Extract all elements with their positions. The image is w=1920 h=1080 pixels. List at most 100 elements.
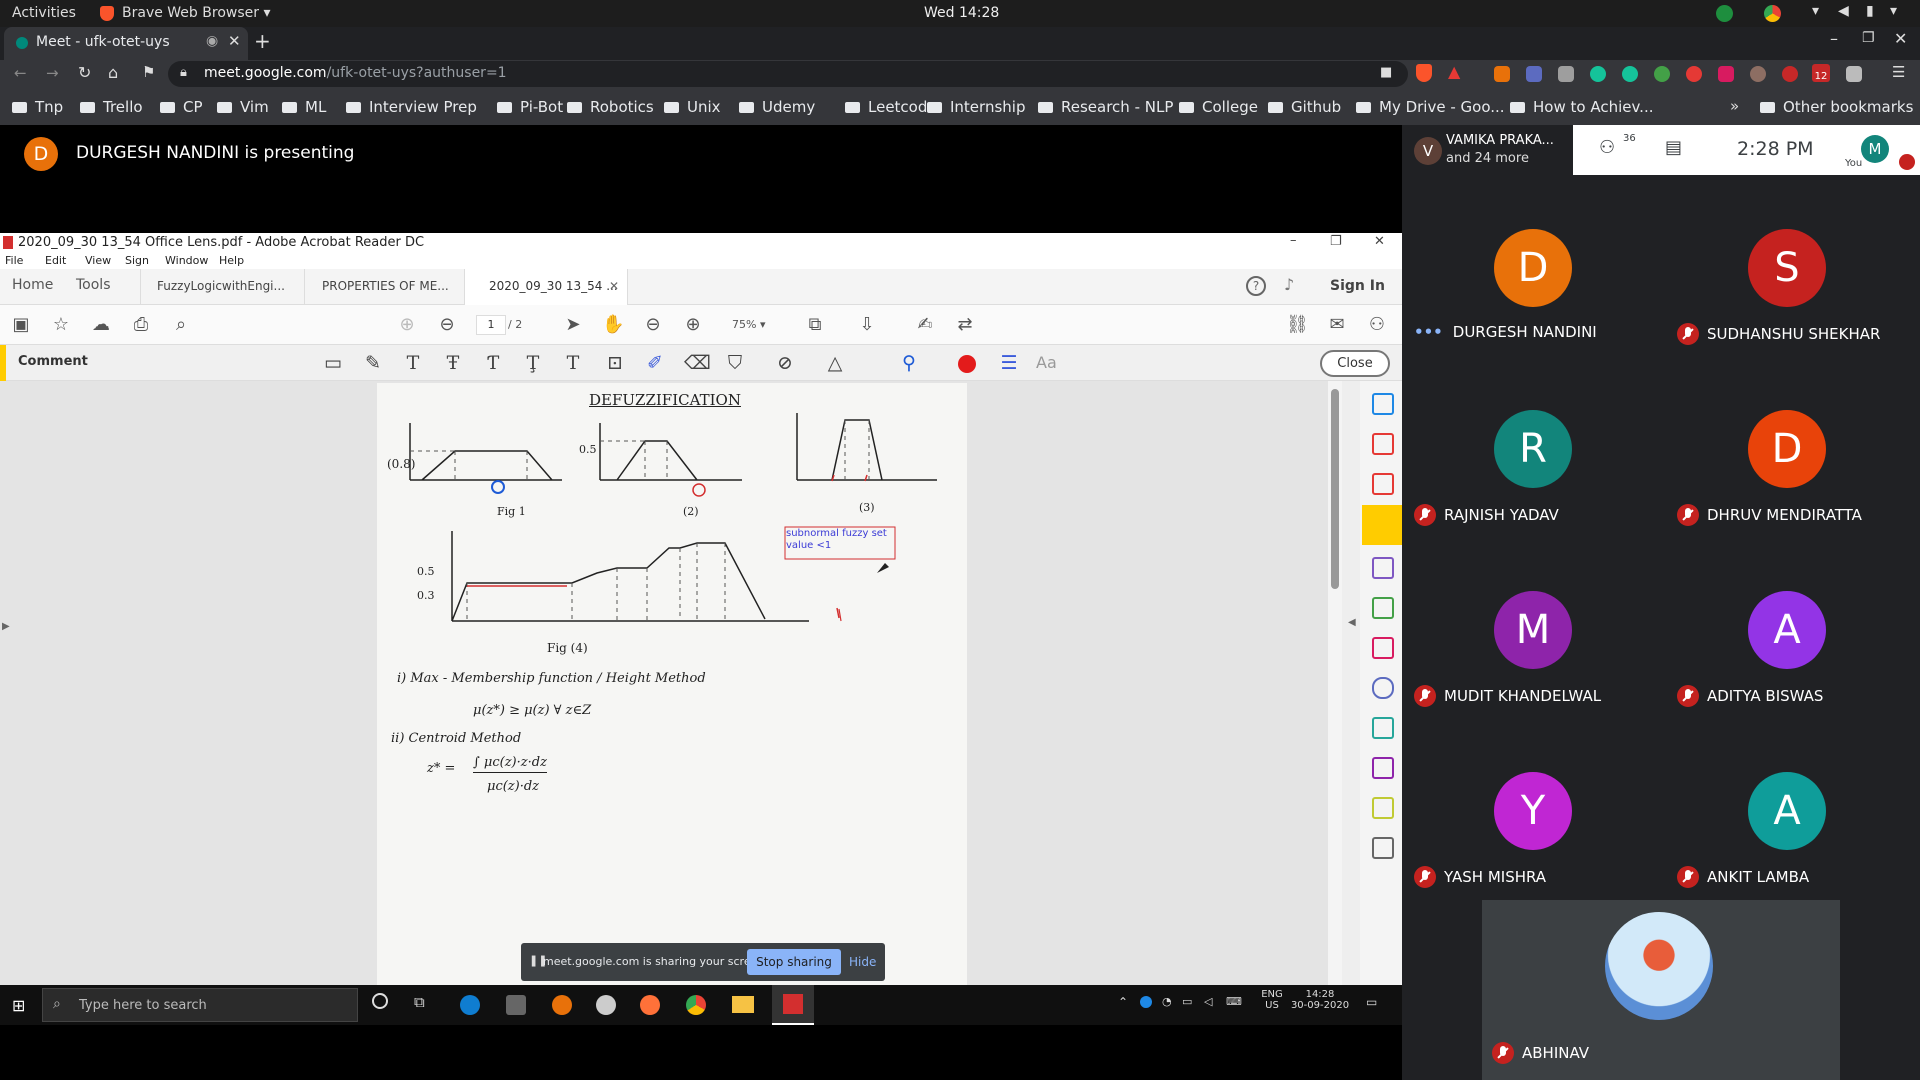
acrobat-menu-item[interactable]: Help [219,254,244,267]
tray-arrow-icon[interactable]: ⌃ [1118,995,1128,1009]
acrobat-close-icon[interactable]: ✕ [1374,234,1385,249]
create-pdf-icon[interactable] [1372,393,1394,415]
doc-tab-active[interactable]: 2020_09_30 13_54 ... ✕ [464,269,628,306]
bookmark-item[interactable]: Udemy [739,98,815,116]
export-pdf-icon[interactable] [1372,473,1394,495]
extension-icon[interactable] [1494,66,1510,82]
link-icon[interactable]: ⛓ [1286,314,1309,336]
scrollbar-thumb[interactable] [1331,389,1339,589]
task-view-icon[interactable]: ⧉ [414,993,425,1011]
acrobat-minimize-icon[interactable]: – [1290,233,1297,248]
home-icon[interactable]: ⌂ [108,63,118,82]
taskbar-app-icon[interactable] [596,995,616,1015]
participant-summary[interactable]: V VAMIKA PRAKA... and 24 more [1402,125,1554,175]
select-tool-icon[interactable]: ➤ [562,314,584,336]
cortana-icon[interactable] [372,993,388,1009]
add-text-icon[interactable]: T [562,352,584,374]
windows-start-icon[interactable]: ⊞ [12,996,25,1015]
compress-icon[interactable] [1372,597,1394,619]
grammarly-icon[interactable] [1622,66,1638,82]
restore-icon[interactable]: ❐ [1862,30,1875,46]
eraser-icon[interactable]: ⌫ [684,352,711,374]
replace-text-icon[interactable]: Ƭ [482,352,504,374]
star-icon[interactable]: ☆ [50,314,72,336]
taskbar-clock[interactable]: 14:28 30-09-2020 [1290,989,1350,1011]
acrobat-menu-item[interactable]: View [85,254,111,267]
share-tool-icon[interactable]: ⇄ [954,314,976,336]
bookmark-item[interactable]: My Drive - Goo... [1356,98,1505,116]
participant-tile[interactable]: R RAJNISH YADAV [1402,356,1661,537]
zoom-in-icon[interactable]: ⊕ [682,314,704,336]
save-icon[interactable]: ▣ [10,314,32,336]
annotation-textbox[interactable]: subnormal fuzzy set value <1 [786,528,894,552]
strikethrough-icon[interactable]: Ŧ [442,352,464,374]
network-icon[interactable]: ◔ [1162,995,1172,1008]
send-for-review-icon[interactable] [1372,717,1394,739]
fill-sign-icon[interactable] [1372,637,1394,659]
shapes-icon[interactable]: △ [824,352,846,374]
extension-icon[interactable] [1782,66,1798,82]
pin-icon[interactable]: ⚲ [898,352,920,374]
extension-icon[interactable] [1750,66,1766,82]
participant-tile[interactable]: M MUDIT KHANDELWAL [1402,537,1661,718]
new-tab-icon[interactable]: + [254,29,271,53]
window-close-icon[interactable]: ✕ [1894,29,1907,48]
scroll-mode-icon[interactable]: ⇩ [856,314,878,336]
email-icon[interactable]: ✉ [1326,314,1348,336]
doc-tab-close-icon[interactable]: ✕ [609,279,619,293]
participant-tile[interactable]: Y YASH MISHRA [1402,718,1661,899]
edge-icon[interactable] [460,995,480,1015]
bookmark-item[interactable]: College [1179,98,1258,116]
sign-tool-icon[interactable]: ✍ [914,314,936,336]
extension-icon[interactable] [1654,66,1670,82]
color-picker[interactable] [958,355,976,373]
grammarly-icon[interactable] [1590,66,1606,82]
chrome-icon[interactable] [686,995,706,1015]
print-icon[interactable]: ⎙ [130,314,152,336]
sign-in-button[interactable]: Sign In [1330,278,1385,294]
stamp-icon[interactable]: ⛉ [724,352,746,374]
bookmark-item[interactable]: Pi-Bot [497,98,563,116]
volume-icon[interactable]: ◀ [1838,3,1849,19]
zoom-select[interactable]: 75% ▾ [720,315,786,335]
url-bar[interactable]: 🔒︎ meet.google.com/ufk-otet-uys?authuser… [168,61,1408,87]
close-comment-button[interactable]: Close [1320,350,1390,377]
add-user-icon[interactable]: ⚇ [1366,314,1388,336]
tab-meet[interactable]: Meet - ufk-otet-uys ◉ ✕ [4,27,248,60]
camera-icon[interactable]: ■ [1380,65,1392,80]
battery-tray-icon[interactable]: ▭ [1182,995,1192,1008]
combine-files-icon[interactable] [1372,557,1394,579]
back-icon[interactable]: ← [14,64,27,82]
doc-tab[interactable]: FuzzyLogicwithEngi... [140,269,296,305]
file-explorer-icon[interactable] [732,996,754,1013]
battery-icon[interactable]: ▮ [1866,3,1874,19]
extension-icon[interactable] [1718,66,1734,82]
page-down-icon[interactable]: ⊖ [436,314,458,336]
sticky-note-icon[interactable]: ▭ [322,352,344,374]
page-number-input[interactable]: 1 [476,315,506,335]
right-panel-toggle-icon[interactable]: ◀ [1348,617,1356,628]
stamp-tool-icon[interactable] [1372,797,1394,819]
minimize-icon[interactable]: – [1830,29,1838,48]
acrobat-menu-item[interactable]: Window [165,254,208,267]
brave-rewards-icon[interactable]: ▲ [1448,62,1460,81]
taskbar-app-icon[interactable] [506,995,526,1015]
extension-icon[interactable] [1846,66,1862,82]
acrobat-tools-tab[interactable]: Tools [76,277,111,293]
hide-button[interactable]: Hide [849,955,876,969]
extension-icon[interactable] [1526,66,1542,82]
bookmark-item[interactable]: Research - NLP [1038,98,1173,116]
bookmark-item[interactable]: Leetcode [845,98,937,116]
extension-icon[interactable] [1558,66,1574,82]
comment-tool-active[interactable] [1362,505,1402,545]
browser-menu-icon[interactable]: ☰ [1892,63,1905,81]
acrobat-taskbar-button[interactable] [772,985,814,1025]
chat-icon[interactable]: ▤ [1665,137,1682,158]
tab-close-icon[interactable]: ✕ [228,32,241,50]
line-weight-icon[interactable]: ☰ [998,352,1020,374]
bookmark-item[interactable]: Tnp [12,98,63,116]
bookmark-item[interactable]: How to Achiev... [1510,98,1653,116]
action-center-icon[interactable]: ▭ [1366,995,1377,1009]
keyboard-icon[interactable]: ⌨ [1226,995,1242,1008]
language-indicator[interactable]: ENG US [1260,989,1284,1011]
